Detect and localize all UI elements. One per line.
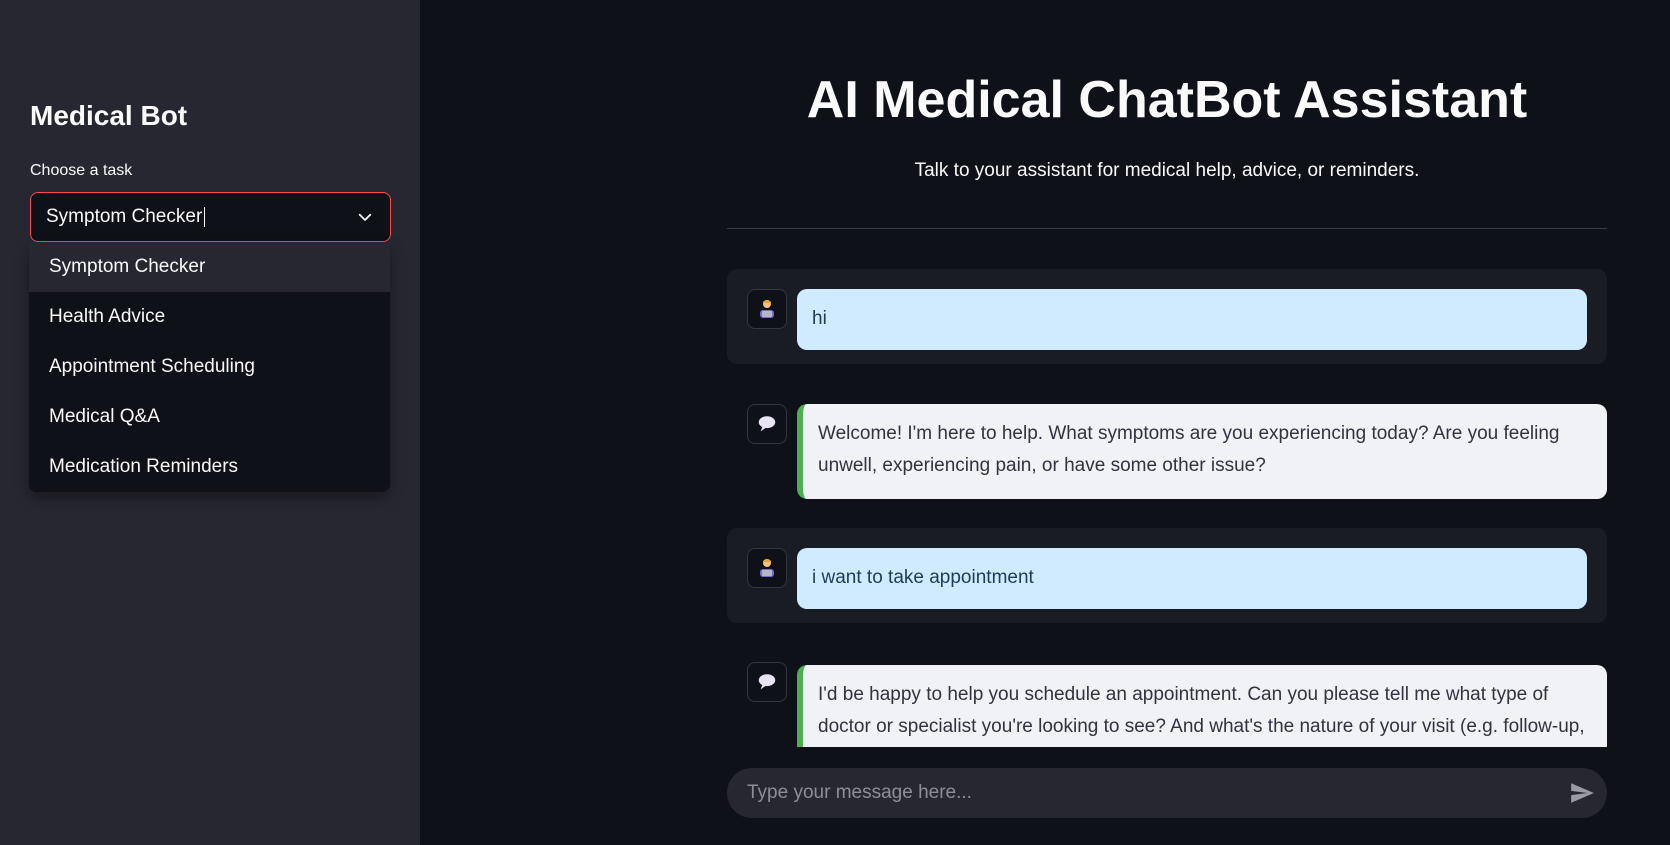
user-message-text: hi: [797, 289, 1587, 350]
dropdown-option-health-advice[interactable]: Health Advice: [29, 292, 390, 342]
chat-message-user: i want to take appointment: [727, 528, 1607, 623]
chat-bubble-icon: [747, 662, 787, 702]
dropdown-option-medication-reminders[interactable]: Medication Reminders: [29, 442, 390, 492]
dropdown-option-appointment-scheduling[interactable]: Appointment Scheduling: [29, 342, 390, 392]
chat-message-input[interactable]: [747, 768, 1537, 818]
chat-message-assistant: I'd be happy to help you schedule an app…: [727, 650, 1607, 747]
chat-scroll-clip: I'd be happy to help you schedule an app…: [727, 650, 1607, 747]
task-dropdown-menu: Symptom Checker Health Advice Appointmen…: [29, 242, 390, 492]
user-avatar-icon: [747, 548, 787, 588]
task-select[interactable]: Symptom Checker: [30, 192, 391, 242]
assistant-message-text: Welcome! I'm here to help. What symptoms…: [797, 404, 1607, 499]
chat-input-bar: [727, 768, 1607, 818]
chevron-down-icon[interactable]: [356, 208, 374, 226]
user-avatar-icon: [747, 289, 787, 329]
chat-message-user: hi: [727, 269, 1607, 364]
chat-message-assistant: Welcome! I'm here to help. What symptoms…: [727, 384, 1607, 499]
user-message-text: i want to take appointment: [797, 548, 1587, 609]
page-title: AI Medical ChatBot Assistant: [806, 71, 1528, 129]
task-select-label: Choose a task: [30, 162, 133, 179]
page-subtitle: Talk to your assistant for medical help,…: [914, 160, 1420, 181]
chat-bubble-icon: [747, 404, 787, 444]
task-select-value[interactable]: Symptom Checker: [46, 207, 206, 227]
dropdown-option-medical-qa[interactable]: Medical Q&A: [29, 392, 390, 442]
assistant-message-text: I'd be happy to help you schedule an app…: [797, 665, 1607, 747]
dropdown-option-symptom-checker[interactable]: Symptom Checker: [29, 242, 390, 292]
send-icon[interactable]: [1569, 780, 1595, 806]
sidebar: Medical Bot Choose a task Symptom Checke…: [0, 0, 420, 845]
divider: [727, 228, 1607, 229]
sidebar-title: Medical Bot: [30, 100, 188, 131]
